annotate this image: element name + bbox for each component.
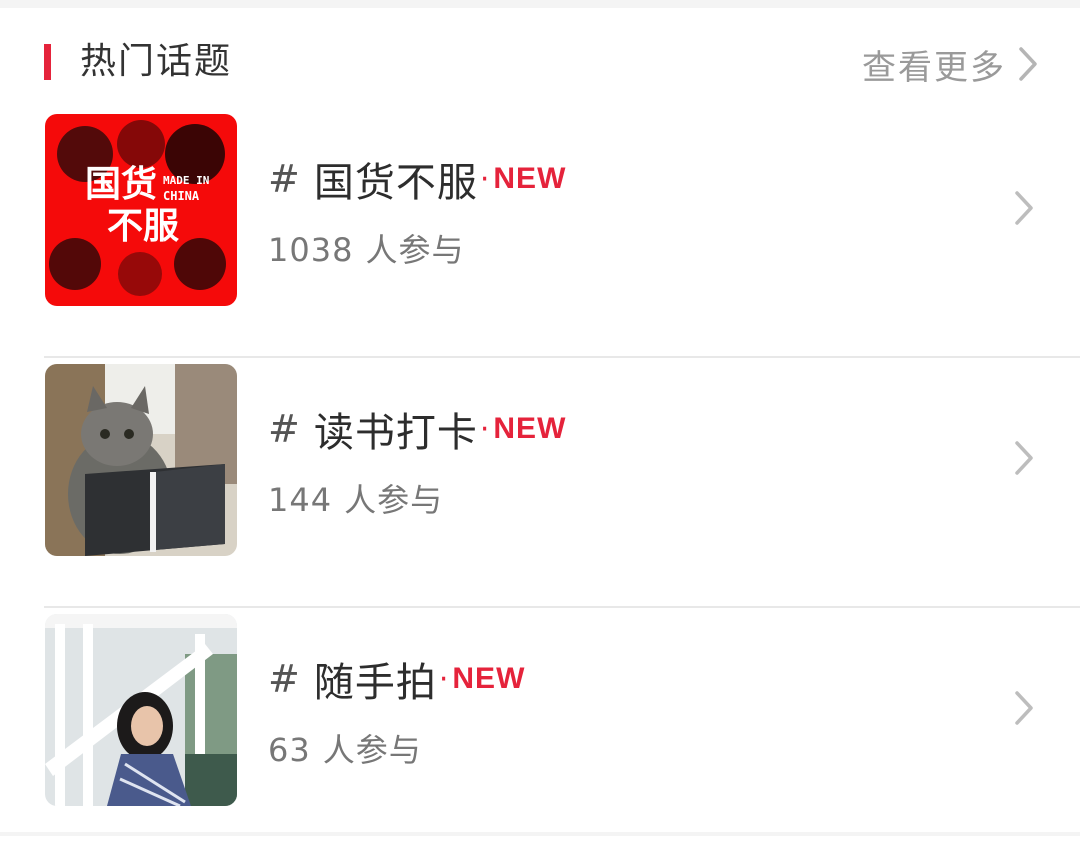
participant-number: 63 (268, 731, 311, 769)
participant-count: 63 人参与 (268, 726, 422, 774)
bottom-divider-strip (0, 832, 1080, 836)
participant-count: 1038 人参与 (268, 226, 464, 274)
participant-suffix: 人参与 (344, 481, 444, 519)
new-badge: NEW (493, 162, 567, 195)
topic-item-guohuo[interactable]: 国货 不服 MADE IN CHINA # 国货不服 · NEW 1038 人参与 (0, 108, 1080, 358)
chevron-right-icon (1015, 691, 1033, 725)
view-more-label: 查看更多 (862, 47, 1006, 88)
topic-thumbnail (45, 614, 237, 806)
svg-text:CHINA: CHINA (163, 189, 200, 203)
topic-title-row: # 读书打卡 · NEW (268, 402, 566, 456)
tag-dot: · (479, 411, 490, 447)
tag-dot: · (438, 661, 449, 697)
participant-number: 144 (268, 481, 333, 519)
new-badge: NEW (493, 412, 567, 445)
hashtag-icon: # (268, 157, 300, 201)
section-header: 热门话题 查看更多 (0, 8, 1080, 108)
title-accent-bar (44, 44, 51, 80)
hashtag-icon: # (268, 407, 300, 451)
woman-on-stairs-photo-icon (45, 614, 237, 806)
topic-name: 随手拍 (313, 660, 437, 706)
topic-name: 国货不服 (313, 160, 478, 206)
tag-dot: · (479, 161, 490, 197)
participant-count: 144 人参与 (268, 476, 443, 524)
topic-title-row: # 国货不服 · NEW (268, 152, 566, 206)
view-more-link[interactable]: 查看更多 (862, 40, 1038, 88)
chevron-right-icon (1019, 47, 1037, 81)
topic-item-snapshot[interactable]: # 随手拍 · NEW 63 人参与 (0, 608, 1080, 858)
svg-text:不服: 不服 (107, 206, 179, 247)
topic-name: 读书打卡 (313, 410, 478, 456)
made-in-china-poster-icon: 国货 不服 MADE IN CHINA (45, 114, 237, 306)
chevron-right-icon (1015, 191, 1033, 225)
cat-reading-book-icon (45, 364, 237, 556)
topic-thumbnail: 国货 不服 MADE IN CHINA (45, 114, 237, 306)
top-divider-strip (0, 0, 1080, 8)
new-badge: NEW (452, 662, 526, 695)
topic-list: 国货 不服 MADE IN CHINA # 国货不服 · NEW 1038 人参与 (0, 108, 1080, 858)
participant-suffix: 人参与 (365, 231, 465, 269)
topic-item-reading[interactable]: # 读书打卡 · NEW 144 人参与 (0, 358, 1080, 608)
participant-suffix: 人参与 (322, 731, 422, 769)
section-title: 热门话题 (80, 41, 233, 82)
hashtag-icon: # (268, 657, 300, 701)
topic-title-row: # 随手拍 · NEW (268, 652, 525, 706)
svg-text:国货: 国货 (85, 164, 157, 205)
topic-thumbnail (45, 364, 237, 556)
svg-text:MADE IN: MADE IN (163, 174, 209, 187)
chevron-right-icon (1015, 441, 1033, 475)
participant-number: 1038 (268, 231, 354, 269)
